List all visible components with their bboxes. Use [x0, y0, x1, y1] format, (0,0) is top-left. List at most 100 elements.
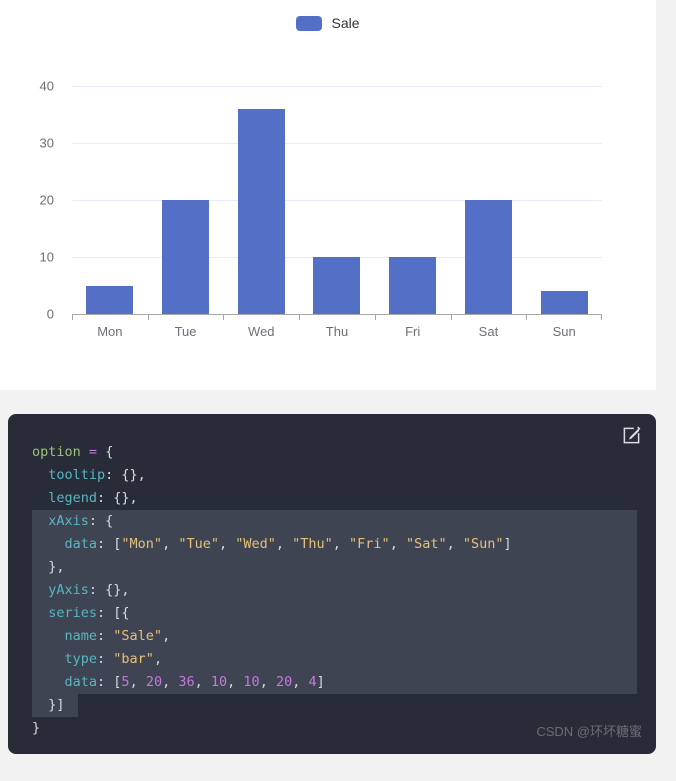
code-line[interactable]: option = { [8, 441, 656, 464]
code-token: , [332, 536, 350, 552]
x-tick [148, 315, 149, 320]
code-token: : [ [97, 536, 122, 552]
code-token: "Wed" [235, 536, 276, 552]
code-line[interactable]: xAxis: { [8, 510, 656, 533]
code-token: data [64, 674, 98, 690]
bar[interactable] [86, 285, 133, 314]
code-token: : {}, [105, 467, 146, 483]
x-tick-label: Wed [248, 324, 275, 339]
code-token: "Mon" [121, 536, 163, 552]
y-axis-labels: 0 10 20 30 40 [0, 79, 62, 322]
code-token: , [259, 674, 276, 690]
code-line[interactable]: name: "Sale", [8, 625, 656, 648]
code-line[interactable]: data: ["Mon", "Tue", "Wed", "Thu", "Fri"… [8, 533, 656, 556]
code-token: , [162, 674, 179, 690]
code-token: , [162, 536, 179, 552]
bar[interactable] [238, 108, 285, 314]
code-token: "Tue" [178, 536, 219, 552]
code-token: { [97, 444, 114, 460]
code-token: 10 [210, 674, 228, 690]
x-tick-label: Fri [405, 324, 421, 339]
code-token: legend [48, 490, 98, 506]
code-token: , [292, 674, 309, 690]
code-token: 10 [243, 674, 260, 690]
legend-swatch-sale[interactable] [296, 16, 323, 31]
x-tick-label: Thu [325, 324, 349, 339]
x-tick [72, 315, 73, 320]
code-token: , [275, 536, 293, 552]
x-axis-ticks [72, 315, 602, 321]
bar-chart[interactable]: Sale 0 10 20 30 40 Mon Tue Wed Thu Fri Sat Sun [0, 0, 656, 390]
code-line[interactable]: tooltip: {}, [8, 464, 656, 487]
bar-series-sale [72, 86, 602, 314]
code-token: 20 [275, 674, 293, 690]
plot-area: Mon Tue Wed Thu Fri Sat Sun [72, 86, 602, 339]
code-token: "Sun" [462, 536, 504, 552]
code-line[interactable]: }] [8, 694, 656, 717]
code-token: : [{ [97, 605, 130, 621]
code-token: yAxis [48, 582, 89, 598]
x-tick-label: Sat [478, 324, 499, 339]
x-axis-labels: Mon Tue Wed Thu Fri Sat Sun [72, 324, 602, 344]
x-tick [451, 315, 452, 320]
bar[interactable] [313, 257, 360, 314]
x-tick [601, 315, 602, 320]
x-tick [223, 315, 224, 320]
code-token: tooltip [48, 467, 106, 483]
x-tick-label: Tue [174, 324, 197, 339]
code-token: "Thu" [292, 536, 333, 552]
code-line[interactable]: series: [{ [8, 602, 656, 625]
y-tick-label: 20 [39, 192, 54, 208]
code-token: "bar" [113, 651, 154, 667]
code-editor-panel[interactable]: option = { tooltip: {}, legend: {}, xAxi… [8, 414, 656, 754]
code-token: , [446, 536, 463, 552]
code-token: }, [32, 559, 65, 575]
code-token: : [ [97, 674, 122, 690]
code-token: : { [88, 513, 114, 529]
code-token: , [162, 628, 171, 644]
code-line[interactable]: }, [8, 556, 656, 579]
code-line[interactable]: yAxis: {}, [8, 579, 656, 602]
x-tick-label: Mon [97, 324, 123, 339]
code-token: ] [503, 536, 512, 552]
code-token: } [32, 720, 41, 736]
code-content[interactable]: option = { tooltip: {}, legend: {}, xAxi… [8, 441, 656, 740]
x-tick [526, 315, 527, 320]
bar[interactable] [389, 257, 436, 314]
code-token: : [97, 628, 114, 644]
code-token: , [389, 536, 406, 552]
code-token: option [32, 444, 81, 460]
code-token: 4 [308, 674, 317, 690]
x-tick-label: Sun [552, 324, 576, 339]
code-token: : {}, [88, 582, 130, 598]
code-token: 36 [178, 674, 195, 690]
y-tick-label: 30 [39, 135, 54, 151]
chart-legend[interactable]: Sale [0, 16, 656, 31]
code-token: series [48, 605, 98, 621]
code-token: = [88, 444, 98, 460]
code-line[interactable]: data: [5, 20, 36, 10, 10, 20, 4] [8, 671, 656, 694]
code-token: name [64, 628, 98, 644]
code-line[interactable]: type: "bar", [8, 648, 656, 671]
bar[interactable] [162, 200, 209, 314]
code-token: : [97, 651, 114, 667]
code-line[interactable]: } [8, 717, 656, 740]
code-token: , [129, 674, 146, 690]
code-token: , [218, 536, 236, 552]
bar[interactable] [465, 200, 512, 314]
x-tick [375, 315, 376, 320]
code-token: }] [32, 697, 65, 713]
y-tick-label: 40 [39, 78, 54, 94]
code-token: , [227, 674, 244, 690]
code-line[interactable]: legend: {}, [8, 487, 656, 510]
x-tick [299, 315, 300, 320]
bar[interactable] [541, 291, 588, 314]
code-token: type [64, 651, 98, 667]
